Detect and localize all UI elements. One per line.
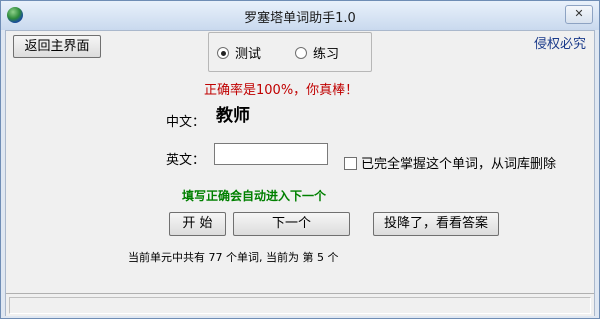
close-button[interactable]: ✕ bbox=[565, 5, 593, 24]
next-button[interactable]: 下一个 bbox=[233, 212, 350, 236]
radio-test[interactable]: 测试 bbox=[217, 43, 261, 62]
app-window: 罗塞塔单词助手1.0 ✕ 返回主界面 测试 练习 侵权必究 正确率是100%，你… bbox=[0, 0, 600, 319]
progress-current: 5 bbox=[317, 251, 324, 264]
mode-group: 测试 练习 bbox=[208, 32, 372, 72]
status-panel bbox=[9, 297, 591, 314]
title-bar[interactable]: 罗塞塔单词助手1.0 ✕ bbox=[1, 1, 599, 30]
progress-text: 当前单元中共有 77 个单词, 当前为 第 5 个 bbox=[128, 249, 339, 265]
chinese-label: 中文： bbox=[166, 115, 206, 130]
mastered-checkbox-label: 已完全掌握这个单词，从词库删除 bbox=[361, 157, 557, 172]
copyright-text: 侵权必究 bbox=[534, 37, 587, 52]
progress-middle: 个单词, 当前为 bbox=[226, 251, 299, 264]
progress-di: 第 bbox=[302, 251, 314, 264]
progress-suffix: 个 bbox=[327, 251, 339, 264]
radio-practice-label: 练习 bbox=[313, 47, 340, 62]
window-title: 罗塞塔单词助手1.0 bbox=[244, 11, 356, 26]
accuracy-text: 正确率是100%，你真棒！ bbox=[204, 83, 359, 98]
progress-total: 77 bbox=[208, 251, 223, 264]
back-to-main-button[interactable]: 返回主界面 bbox=[13, 35, 101, 58]
radio-practice-indicator[interactable] bbox=[295, 47, 307, 59]
chinese-word: 教师 bbox=[216, 106, 250, 126]
radio-test-label: 测试 bbox=[235, 47, 262, 62]
progress-prefix: 当前单元中共有 bbox=[128, 251, 205, 264]
english-label: 英文： bbox=[166, 153, 206, 168]
radio-test-indicator[interactable] bbox=[217, 47, 229, 59]
radio-practice[interactable]: 练习 bbox=[295, 43, 339, 62]
status-bar bbox=[6, 293, 594, 316]
mastered-checkbox[interactable] bbox=[344, 157, 357, 170]
give-up-button[interactable]: 投降了，看看答案 bbox=[373, 212, 499, 236]
main-panel: 返回主界面 测试 练习 侵权必究 正确率是100%，你真棒！ 中文： 教师 英文… bbox=[5, 30, 595, 316]
start-button[interactable]: 开 始 bbox=[169, 212, 226, 236]
english-input[interactable] bbox=[214, 143, 328, 165]
hint-text: 填写正确会自动进入下一个 bbox=[182, 189, 327, 203]
